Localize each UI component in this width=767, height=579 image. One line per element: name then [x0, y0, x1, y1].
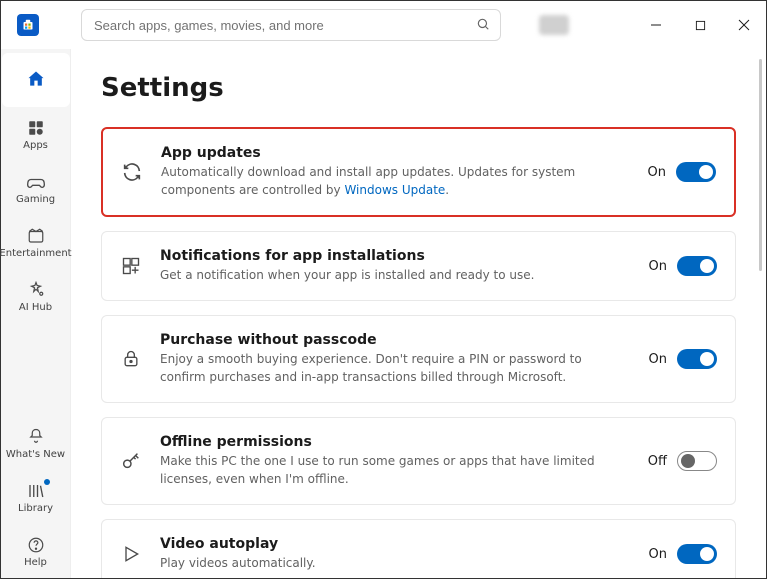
app-window: Apps Gaming Entertainment AI Hub What's …: [0, 0, 767, 579]
sidebar-label: Library: [18, 503, 53, 514]
key-icon: [120, 450, 142, 472]
minimize-button[interactable]: [634, 5, 678, 45]
library-icon: [26, 481, 46, 501]
whatsnew-icon: [26, 427, 46, 447]
setting-desc: Play videos automatically.: [160, 554, 627, 572]
notifications-icon: [120, 256, 142, 276]
sidebar: Apps Gaming Entertainment AI Hub What's …: [1, 49, 71, 578]
lock-icon: [120, 349, 142, 369]
toggle-state: Off: [645, 454, 667, 469]
toggle-state: On: [645, 352, 667, 367]
setting-desc: Get a notification when your app is inst…: [160, 266, 627, 284]
gaming-icon: [26, 172, 46, 192]
maximize-button[interactable]: [678, 5, 722, 45]
toggle-notifications[interactable]: [677, 256, 717, 276]
content-scroll: Settings App updates Automatically downl…: [71, 49, 766, 578]
setting-title: Video autoplay: [160, 536, 627, 552]
setting-notifications: Notifications for app installations Get …: [101, 231, 736, 301]
sidebar-item-home[interactable]: [2, 53, 70, 107]
refresh-icon: [121, 161, 143, 183]
setting-autoplay: Video autoplay Play videos automatically…: [101, 519, 736, 578]
sidebar-label: AI Hub: [19, 302, 52, 313]
content: Settings App updates Automatically downl…: [71, 49, 766, 578]
toggle-purchase[interactable]: [677, 349, 717, 369]
setting-title: Offline permissions: [160, 434, 627, 450]
close-button[interactable]: [722, 5, 766, 45]
toggle-autoplay[interactable]: [677, 544, 717, 564]
sidebar-label: Help: [24, 557, 47, 568]
body: Apps Gaming Entertainment AI Hub What's …: [1, 49, 766, 578]
setting-purchase: Purchase without passcode Enjoy a smooth…: [101, 315, 736, 403]
sidebar-item-whatsnew[interactable]: What's New: [2, 416, 70, 470]
setting-app-updates: App updates Automatically download and i…: [101, 127, 736, 217]
home-icon: [26, 69, 46, 89]
setting-title: Notifications for app installations: [160, 248, 627, 264]
setting-desc: Enjoy a smooth buying experience. Don't …: [160, 350, 627, 386]
setting-desc: Automatically download and install app u…: [161, 163, 626, 199]
sidebar-label: Entertainment: [0, 248, 72, 259]
sidebar-item-aihub[interactable]: AI Hub: [2, 269, 70, 323]
store-logo: [17, 14, 39, 36]
setting-title: App updates: [161, 145, 626, 161]
toggle-state: On: [644, 165, 666, 180]
setting-title: Purchase without passcode: [160, 332, 627, 348]
toggle-state: On: [645, 259, 667, 274]
aihub-icon: [26, 280, 46, 300]
search-icon: [476, 16, 490, 35]
sidebar-item-entertainment[interactable]: Entertainment: [2, 215, 70, 269]
sidebar-label: What's New: [6, 449, 65, 460]
page-title: Settings: [101, 73, 736, 103]
toggle-app-updates[interactable]: [676, 162, 716, 182]
toggle-offline[interactable]: [677, 451, 717, 471]
titlebar: [1, 1, 766, 49]
sidebar-item-help[interactable]: Help: [2, 524, 70, 578]
sidebar-item-library[interactable]: Library: [2, 470, 70, 524]
windows-update-link[interactable]: Windows Update: [344, 183, 445, 197]
apps-icon: [26, 118, 46, 138]
sidebar-item-gaming[interactable]: Gaming: [2, 161, 70, 215]
sidebar-item-apps[interactable]: Apps: [2, 107, 70, 161]
help-icon: [26, 535, 46, 555]
play-icon: [120, 544, 142, 564]
search-input[interactable]: [92, 17, 476, 34]
setting-desc: Make this PC the one I use to run some g…: [160, 452, 627, 488]
sidebar-label: Gaming: [16, 194, 55, 205]
window-controls: [634, 5, 766, 45]
setting-offline: Offline permissions Make this PC the one…: [101, 417, 736, 505]
search-box[interactable]: [81, 9, 501, 41]
entertainment-icon: [26, 226, 46, 246]
sidebar-label: Apps: [23, 140, 48, 151]
toggle-state: On: [645, 547, 667, 562]
user-avatar[interactable]: [539, 15, 569, 35]
